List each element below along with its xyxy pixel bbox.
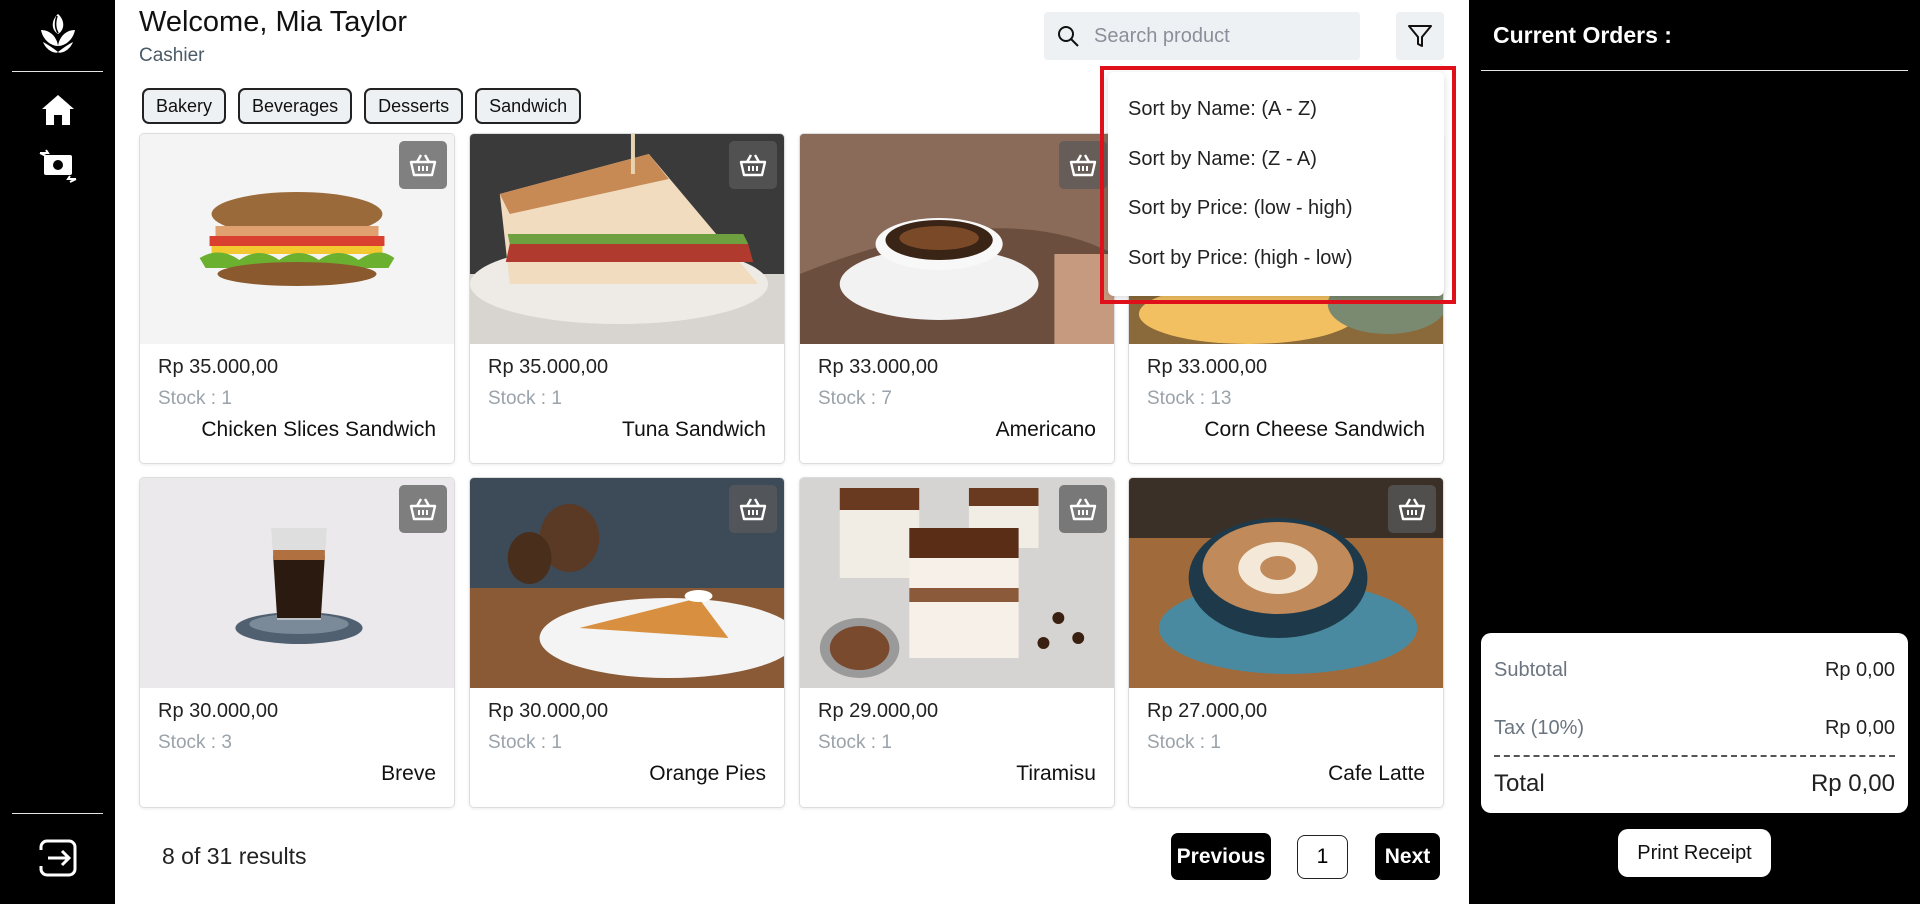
add-to-cart-button[interactable] [1388,485,1436,533]
print-receipt-button[interactable]: Print Receipt [1618,829,1771,877]
product-stock: Stock : 13 [1147,388,1232,409]
product-price: Rp 30.000,00 [158,700,279,722]
orders-divider [1481,70,1908,71]
subtotal-label: Subtotal [1494,659,1568,681]
category-chip-sandwich[interactable]: Sandwich [475,88,582,124]
product-card[interactable]: Rp 30.000,00 Stock : 3 Breve [139,477,455,808]
product-name: Tiramisu [1016,762,1096,785]
orders-title: Current Orders : [1493,22,1672,48]
total-label: Total [1494,770,1545,797]
tax-label: Tax (10%) [1494,717,1585,739]
product-stock: Stock : 1 [1147,732,1221,753]
logout-button[interactable] [38,838,78,878]
filter-button[interactable] [1396,12,1444,60]
home-icon [42,95,74,125]
sidebar-divider [12,71,103,72]
product-card[interactable]: Rp 29.000,00 Stock : 1 Tiramisu [799,477,1115,808]
product-stock: Stock : 1 [488,388,562,409]
page-title: Welcome, Mia Taylor [139,6,408,38]
search-input[interactable] [1092,23,1342,49]
previous-button[interactable]: Previous [1171,833,1271,880]
product-stock: Stock : 1 [818,732,892,753]
product-name: Corn Cheese Sandwich [1204,418,1425,441]
tax-value: Rp 0,00 [1824,717,1895,739]
search-icon [1044,12,1092,60]
basket-icon [409,498,437,521]
subtotal-value: Rp 0,00 [1824,659,1895,681]
search-bar [1044,12,1360,60]
add-to-cart-button[interactable] [1059,485,1107,533]
product-stock: Stock : 7 [818,388,892,409]
category-chip-bakery[interactable]: Bakery [142,88,227,124]
product-name: Chicken Slices Sandwich [201,418,436,441]
product-price: Rp 33.000,00 [818,356,939,378]
next-button[interactable]: Next [1375,833,1440,880]
basket-icon [1069,498,1097,521]
product-name: Tuna Sandwich [622,418,766,441]
coffee-bean-logo-icon [33,8,83,58]
product-card[interactable]: Rp 33.000,00 Stock : 7 Americano [799,133,1115,464]
add-to-cart-button[interactable] [399,141,447,189]
add-to-cart-button[interactable] [729,485,777,533]
highlight-box [1100,66,1456,304]
product-stock: Stock : 3 [158,732,232,753]
category-chip-desserts[interactable]: Desserts [364,88,464,124]
product-stock: Stock : 1 [488,732,562,753]
product-name: Breve [381,762,436,785]
product-price: Rp 33.000,00 [1147,356,1268,378]
transactions-button[interactable] [35,146,81,186]
add-to-cart-button[interactable] [399,485,447,533]
sidebar-divider [12,813,103,814]
product-card[interactable]: Rp 35.000,00 Stock : 1 Tuna Sandwich [469,133,785,464]
total-value: Rp 0,00 [1810,770,1895,797]
basket-icon [1069,154,1097,177]
user-role: Cashier [139,45,205,66]
page-number[interactable]: 1 [1297,835,1348,879]
product-price: Rp 29.000,00 [818,700,939,722]
product-card[interactable]: Rp 35.000,00 Stock : 1 Chicken Slices Sa… [139,133,455,464]
product-name: Americano [995,418,1096,441]
product-price: Rp 35.000,00 [158,356,279,378]
results-count: 8 of 31 results [162,843,307,869]
sidebar [0,0,115,904]
basket-icon [739,154,767,177]
product-card[interactable]: Rp 27.000,00 Stock : 1 Cafe Latte [1128,477,1444,808]
category-filters: Bakery Beverages Desserts Sandwich [142,88,582,124]
category-chip-beverages[interactable]: Beverages [238,88,353,124]
order-summary: Subtotal Rp 0,00 Tax (10%) Rp 0,00 Total… [1481,633,1908,813]
product-name: Orange Pies [649,762,766,785]
product-price: Rp 27.000,00 [1147,700,1268,722]
product-name: Cafe Latte [1328,762,1425,785]
product-stock: Stock : 1 [158,388,232,409]
money-exchange-icon [39,149,77,183]
filter-icon [1408,25,1432,47]
summary-divider [1494,755,1895,757]
basket-icon [409,154,437,177]
current-orders-panel: Current Orders : Subtotal Rp 0,00 Tax (1… [1469,0,1920,904]
logout-icon [38,839,77,877]
product-card[interactable]: Rp 30.000,00 Stock : 1 Orange Pies [469,477,785,808]
basket-icon [739,498,767,521]
product-price: Rp 30.000,00 [488,700,609,722]
home-button[interactable] [35,90,81,130]
product-price: Rp 35.000,00 [488,356,609,378]
add-to-cart-button[interactable] [729,141,777,189]
basket-icon [1398,498,1426,521]
